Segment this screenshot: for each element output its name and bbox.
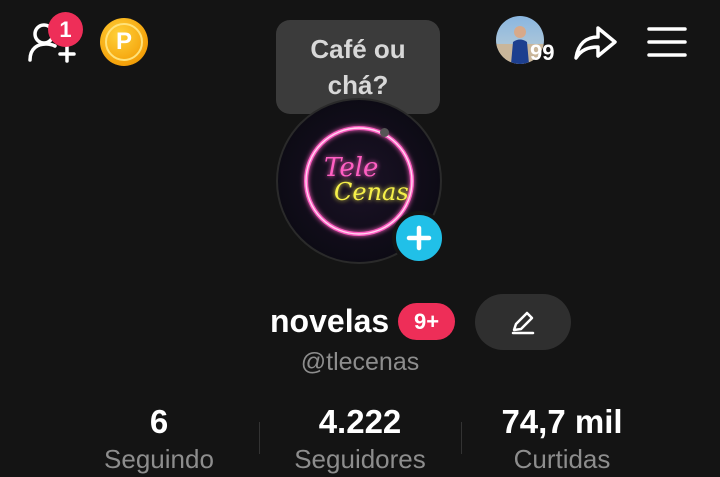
avatar-status-dot [380, 128, 389, 137]
likes-label: Curtidas [513, 444, 611, 474]
display-name: novelas [270, 303, 390, 339]
stat-likes[interactable]: 74,7 mil Curtidas [462, 400, 662, 474]
share-button[interactable] [570, 18, 620, 64]
edit-profile-button[interactable] [475, 294, 571, 350]
logo-text-cenas: Cenas [334, 178, 409, 206]
coin-icon: P [105, 23, 143, 61]
tooltip-line-1: Café ou [310, 34, 406, 64]
edit-pencil-icon [511, 311, 535, 335]
share-icon [574, 26, 617, 60]
menu-icon [647, 27, 687, 57]
followers-count: 4.222 [318, 403, 402, 440]
story-count: 99 [530, 40, 555, 65]
coin-button[interactable]: P [100, 18, 148, 66]
notification-badge: 1 [48, 12, 83, 47]
plus-icon [406, 225, 432, 251]
following-label: Seguindo [104, 444, 214, 474]
followers-label: Seguidores [294, 444, 426, 474]
username: @tlecenas [300, 348, 420, 376]
add-story-button[interactable] [392, 211, 446, 265]
name-badge: 9+ [398, 303, 455, 340]
stat-following[interactable]: 6 Seguindo [59, 400, 259, 474]
likes-count: 74,7 mil [501, 403, 623, 440]
stat-followers[interactable]: 4.222 Seguidores [260, 400, 460, 474]
menu-button[interactable] [646, 24, 688, 60]
following-count: 6 [149, 403, 169, 440]
